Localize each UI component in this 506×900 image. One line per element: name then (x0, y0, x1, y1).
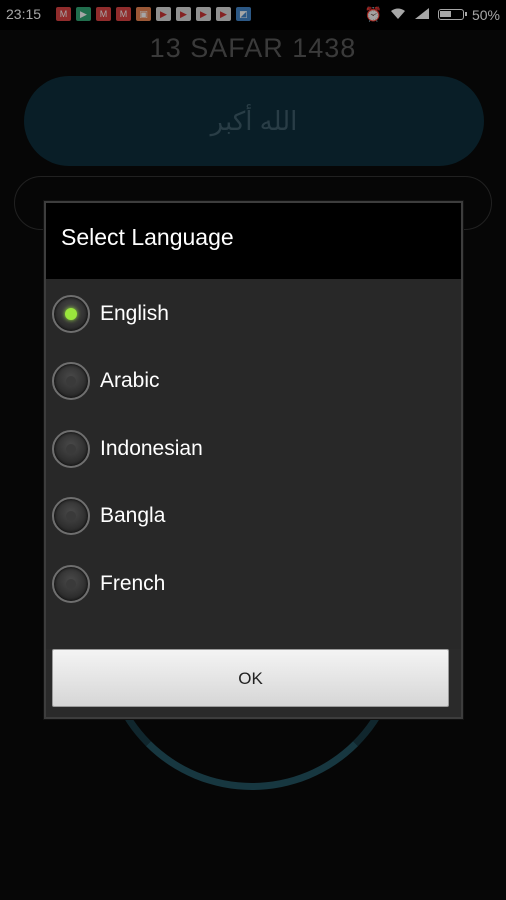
option-french[interactable]: French (52, 562, 452, 606)
radio-button[interactable] (52, 430, 90, 468)
option-label: Arabic (100, 369, 160, 392)
dialog-button-bar: OK (46, 649, 461, 717)
select-language-dialog: Select Language English Arabic Indonesia… (44, 201, 463, 719)
option-arabic[interactable]: Arabic (52, 359, 452, 403)
option-bangla[interactable]: Bangla (52, 494, 452, 538)
radio-button-checked[interactable] (52, 295, 90, 333)
option-label: English (100, 302, 169, 325)
ok-button[interactable]: OK (52, 649, 449, 707)
radio-button[interactable] (52, 497, 90, 535)
option-label: French (100, 572, 166, 595)
option-label: Bangla (100, 504, 166, 527)
option-english[interactable]: English (52, 292, 452, 336)
radio-button[interactable] (52, 565, 90, 603)
dialog-title: Select Language (46, 203, 461, 279)
option-indonesian[interactable]: Indonesian (52, 427, 452, 471)
radio-button[interactable] (52, 362, 90, 400)
option-label: Indonesian (100, 437, 203, 460)
